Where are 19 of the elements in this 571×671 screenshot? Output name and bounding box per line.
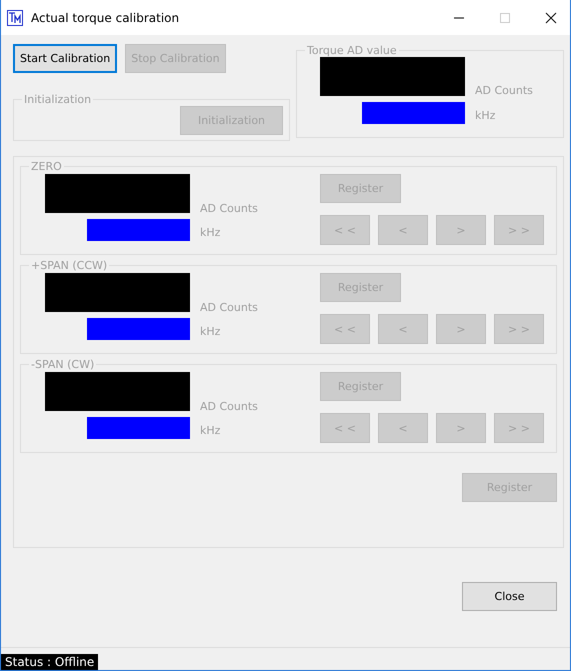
close-button[interactable]: Close (462, 582, 557, 611)
window-title: Actual torque calibration (31, 10, 180, 24)
unit-label: AD Counts (200, 301, 258, 314)
group-title: Initialization (23, 93, 92, 106)
unit-label: kHz (200, 424, 222, 437)
app-icon (7, 10, 23, 26)
unit-label: AD Counts (200, 400, 258, 413)
unit-label: AD Counts (200, 202, 258, 215)
unit-label: kHz (200, 325, 222, 338)
group-title: +SPAN (CCW) (30, 259, 108, 272)
group-title: -SPAN (CW) (30, 358, 96, 371)
unit-label: AD Counts (475, 84, 533, 97)
unit-label: kHz (200, 226, 222, 239)
unit-label: kHz (475, 109, 496, 122)
calibration-button[interactable]: Start Calibration (13, 44, 118, 73)
group-title: ZERO (30, 160, 63, 173)
close-icon[interactable] (545, 12, 557, 24)
status-text: Status : Offline (1, 654, 98, 670)
group-title: Torque AD value (306, 44, 398, 57)
